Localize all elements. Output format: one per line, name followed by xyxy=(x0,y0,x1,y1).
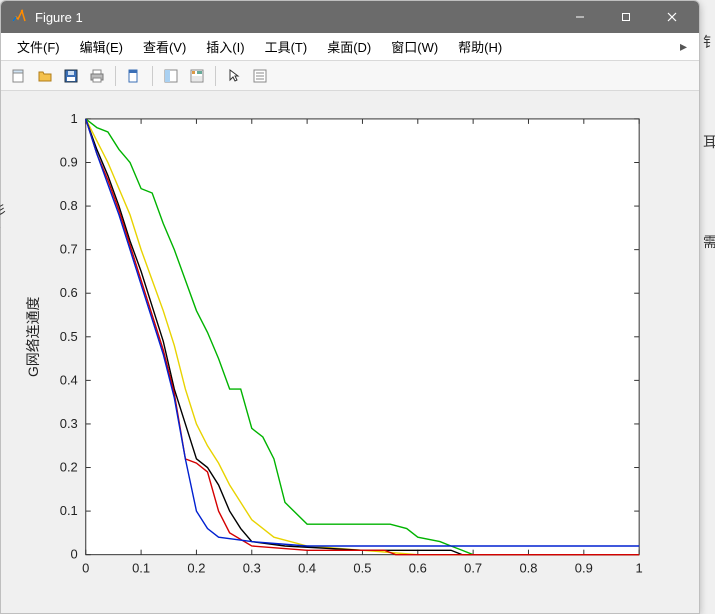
link-button[interactable] xyxy=(159,64,183,88)
save-button[interactable] xyxy=(59,64,83,88)
print-preview-button[interactable] xyxy=(122,64,146,88)
x-ticklabel: 0.8 xyxy=(519,561,537,576)
figure-window: Figure 1 文件(F) 编辑(E) 查看(V) 插入(I) 工具(T) 桌… xyxy=(0,0,700,614)
x-ticklabel: 0.6 xyxy=(409,561,427,576)
pointer-button[interactable] xyxy=(222,64,246,88)
y-ticklabel: 0.6 xyxy=(60,285,78,300)
insert-legend-button[interactable] xyxy=(248,64,272,88)
background-clutter-right: 钅 耳 需 xyxy=(703,32,715,332)
minimize-button[interactable] xyxy=(557,1,603,33)
toolbar-separator xyxy=(115,66,116,86)
window-controls xyxy=(557,1,695,33)
x-ticklabel: 1 xyxy=(636,561,643,576)
axes[interactable]: 0 0.1 0.2 0.3 0.4 0.5 0.6 0.7 0.8 0.9 1 0 0.1 0.2 0.3 0… xyxy=(1,91,699,613)
y-ticklabel: 0 xyxy=(71,547,78,562)
x-ticklabel: 0.1 xyxy=(132,561,150,576)
matlab-icon xyxy=(11,9,27,25)
new-figure-button[interactable] xyxy=(7,64,31,88)
menu-desktop[interactable]: 桌面(D) xyxy=(317,33,381,60)
x-ticklabel: 0.7 xyxy=(464,561,482,576)
toolbar-separator xyxy=(215,66,216,86)
x-ticklabel: 0.9 xyxy=(575,561,593,576)
x-ticklabel: 0.4 xyxy=(298,561,316,576)
menu-insert[interactable]: 插入(I) xyxy=(196,33,254,60)
menu-help[interactable]: 帮助(H) xyxy=(448,33,512,60)
data-cursor-button[interactable] xyxy=(185,64,209,88)
figure-content: 0 0.1 0.2 0.3 0.4 0.5 0.6 0.7 0.8 0.9 1 0 0.1 0.2 0.3 0… xyxy=(1,91,699,613)
y-ticklabel: 0.8 xyxy=(60,198,78,213)
print-button[interactable] xyxy=(85,64,109,88)
y-ticklabel: 0.2 xyxy=(60,460,78,475)
y-ticklabel: 0.7 xyxy=(60,242,78,257)
y-ticklabel: 0.3 xyxy=(60,416,78,431)
y-axis-label: G网络连通度 xyxy=(25,296,41,377)
x-ticklabel: 0.2 xyxy=(187,561,205,576)
maximize-button[interactable] xyxy=(603,1,649,33)
toolbar-separator xyxy=(152,66,153,86)
y-ticklabel: 1 xyxy=(71,111,78,126)
titlebar[interactable]: Figure 1 xyxy=(1,1,699,33)
toolbar xyxy=(1,61,699,91)
x-ticklabel: 0.3 xyxy=(243,561,261,576)
y-ticklabel: 0.4 xyxy=(60,372,78,387)
open-button[interactable] xyxy=(33,64,57,88)
menu-edit[interactable]: 编辑(E) xyxy=(70,33,133,60)
menu-window[interactable]: 窗口(W) xyxy=(381,33,448,60)
menu-view[interactable]: 查看(V) xyxy=(133,33,196,60)
menu-overflow-icon[interactable]: ▸ xyxy=(674,36,693,57)
menu-file[interactable]: 文件(F) xyxy=(7,33,70,60)
close-button[interactable] xyxy=(649,1,695,33)
y-ticklabel: 0.1 xyxy=(60,503,78,518)
window-title: Figure 1 xyxy=(35,10,557,25)
y-ticklabel: 0.5 xyxy=(60,329,78,344)
x-ticklabel: 0 xyxy=(82,561,89,576)
menubar: 文件(F) 编辑(E) 查看(V) 插入(I) 工具(T) 桌面(D) 窗口(W… xyxy=(1,33,699,61)
y-ticklabel: 0.9 xyxy=(60,154,78,169)
menu-tools[interactable]: 工具(T) xyxy=(255,33,318,60)
plot-area xyxy=(86,119,639,555)
x-ticklabel: 0.5 xyxy=(353,561,371,576)
